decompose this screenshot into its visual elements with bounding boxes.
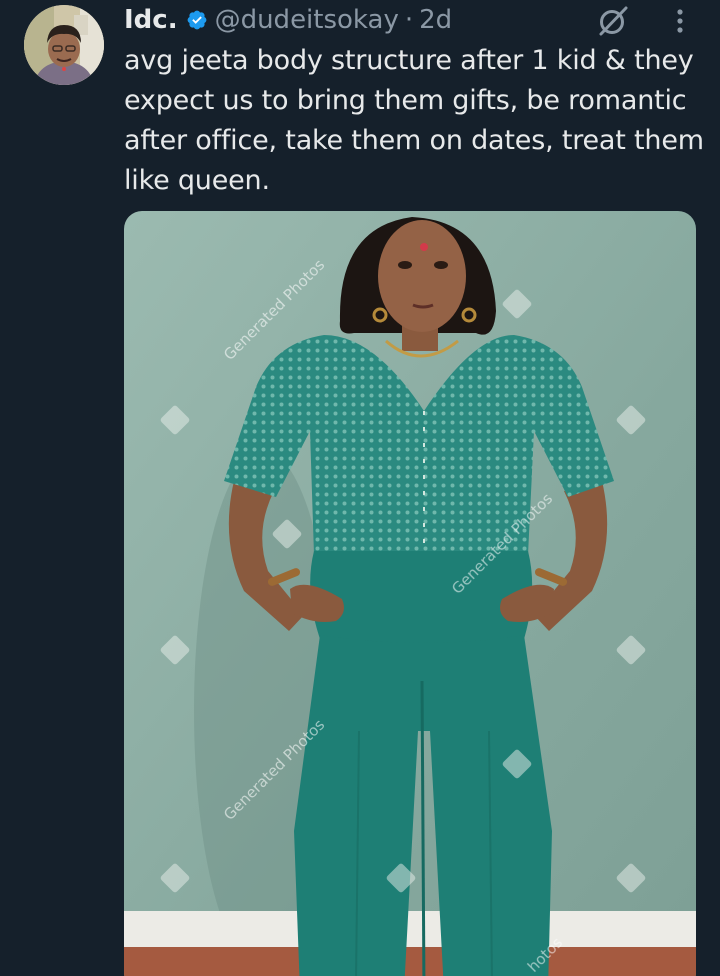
tweet-media-image[interactable]: Generated Photos Generated Photos Genera… [124,211,696,976]
author-handle[interactable]: @dudeitsokay [215,5,399,35]
generated-photo: Generated Photos Generated Photos Genera… [124,211,696,976]
verified-badge-icon [187,10,206,30]
grok-icon[interactable] [596,4,630,38]
author-name[interactable]: Idc. [124,5,178,35]
tweet-header: Idc. @dudeitsokay · 2d [124,2,452,38]
header-separator: · [404,5,414,35]
avatar-image [24,5,104,85]
tweet[interactable]: Idc. @dudeitsokay · 2d avg jeeta body st… [0,0,720,976]
tweet-text: avg jeeta body structure after 1 kid & t… [124,45,704,196]
avatar[interactable] [24,5,104,85]
more-options-icon[interactable] [668,6,692,36]
tweet-timestamp[interactable]: 2d [419,5,452,35]
